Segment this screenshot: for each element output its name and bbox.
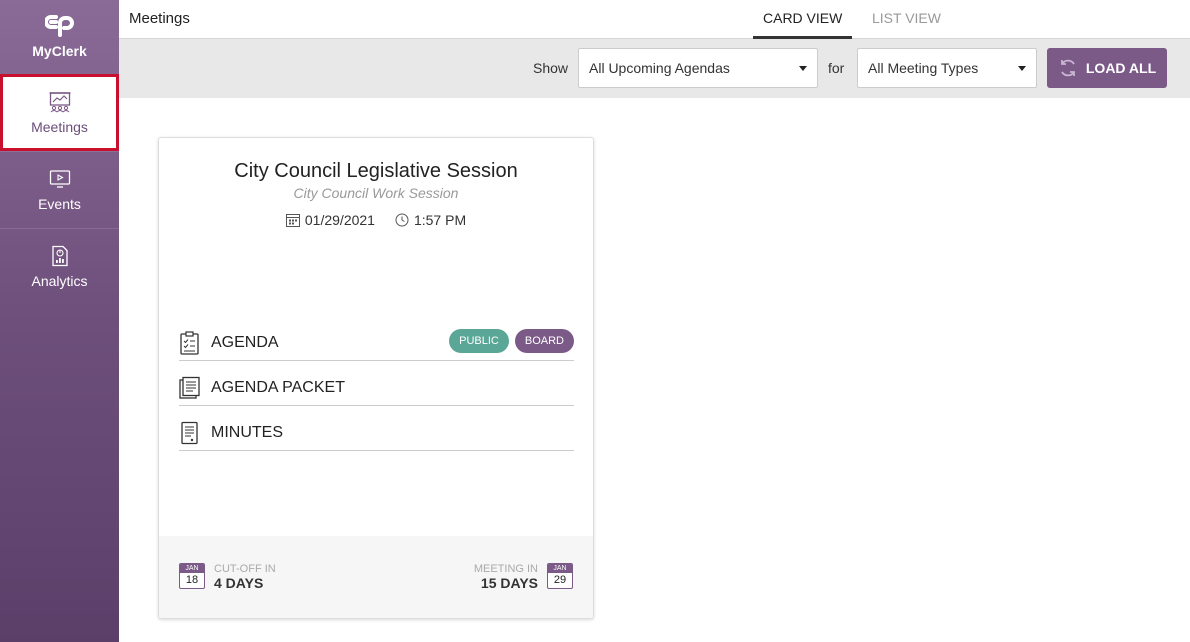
sidebar-item-events[interactable]: Events bbox=[0, 151, 119, 228]
for-label: for bbox=[828, 60, 845, 76]
meeting-subtitle: City Council Work Session bbox=[293, 185, 459, 201]
sidebar-item-meetings[interactable]: Meetings bbox=[0, 74, 119, 151]
document-label: AGENDA bbox=[211, 333, 279, 351]
filter-bar: Show All Upcoming Agendas for All Meetin… bbox=[119, 39, 1190, 98]
sidebar-item-label: Analytics bbox=[31, 273, 88, 289]
load-all-button[interactable]: LOAD ALL bbox=[1047, 48, 1167, 88]
packet-icon bbox=[179, 376, 200, 399]
document-icon bbox=[181, 421, 198, 444]
brand-logo[interactable]: MyClerk bbox=[0, 0, 119, 74]
video-screen-icon bbox=[49, 170, 70, 188]
page-title: Meetings bbox=[129, 10, 190, 27]
document-label: MINUTES bbox=[211, 423, 283, 441]
show-label: Show bbox=[533, 60, 569, 76]
cutoff-value: 4 DAYS bbox=[214, 575, 264, 591]
cutoff-month: JAN bbox=[180, 564, 204, 573]
cutoff-calendar-icon: JAN 18 bbox=[179, 563, 205, 589]
meeting-day: 29 bbox=[553, 574, 567, 586]
card-footer: JAN 18 CUT-OFF IN 4 DAYS MEETING IN 15 D… bbox=[159, 536, 593, 618]
public-badge[interactable]: PUBLIC bbox=[449, 329, 509, 353]
meeting-in-label: MEETING IN bbox=[473, 563, 538, 575]
meeting-time: 1:57 PM bbox=[413, 212, 467, 228]
board-badge[interactable]: BOARD bbox=[514, 329, 574, 353]
meeting-card[interactable]: City Council Legislative Session City Co… bbox=[158, 137, 594, 619]
meeting-in-value: 15 DAYS bbox=[480, 575, 538, 591]
meeting-title: City Council Legislative Session bbox=[234, 160, 518, 182]
document-row-minutes[interactable]: MINUTES bbox=[179, 415, 574, 451]
document-label: AGENDA PACKET bbox=[211, 378, 345, 396]
agenda-badges: PUBLIC BOARD bbox=[449, 329, 574, 353]
caret-down-icon bbox=[799, 66, 807, 71]
tab-list-view[interactable]: LIST VIEW bbox=[862, 0, 951, 39]
tab-card-view[interactable]: CARD VIEW bbox=[753, 0, 853, 39]
analytics-report-icon bbox=[51, 245, 68, 267]
cutoff-label: CUT-OFF IN bbox=[214, 563, 276, 575]
document-row-agenda-packet[interactable]: AGENDA PACKET bbox=[179, 370, 574, 406]
sidebar: MyClerk Meetings Events Analytics bbox=[0, 0, 119, 642]
clock-icon bbox=[395, 213, 409, 227]
meeting-date: 01/29/2021 bbox=[304, 212, 375, 228]
cutoff-day: 18 bbox=[185, 574, 199, 586]
meeting-month: JAN bbox=[548, 564, 572, 573]
meeting-calendar-icon: JAN 29 bbox=[547, 563, 573, 589]
meetings-icon bbox=[49, 91, 70, 112]
meeting-datetime: 01/29/2021 1:57 PM bbox=[159, 212, 593, 228]
sidebar-item-label: Events bbox=[38, 196, 81, 212]
top-bar: Meetings CARD VIEW LIST VIEW bbox=[119, 0, 1190, 39]
checklist-icon bbox=[180, 330, 199, 355]
agenda-filter-select[interactable]: All Upcoming Agendas bbox=[578, 48, 818, 88]
sidebar-item-analytics[interactable]: Analytics bbox=[0, 228, 119, 305]
refresh-icon bbox=[1060, 59, 1075, 77]
myclerk-logo-icon bbox=[44, 15, 74, 37]
meeting-type-select[interactable]: All Meeting Types bbox=[857, 48, 1037, 88]
sidebar-item-label: Meetings bbox=[31, 118, 88, 135]
agenda-filter-value: All Upcoming Agendas bbox=[589, 60, 730, 76]
calendar-icon bbox=[285, 214, 300, 227]
caret-down-icon bbox=[1018, 66, 1026, 71]
brand-name: MyClerk bbox=[32, 43, 87, 59]
document-row-agenda[interactable]: AGENDA PUBLIC BOARD bbox=[179, 325, 574, 361]
load-all-label: LOAD ALL bbox=[1085, 60, 1157, 76]
meeting-type-value: All Meeting Types bbox=[868, 60, 979, 76]
